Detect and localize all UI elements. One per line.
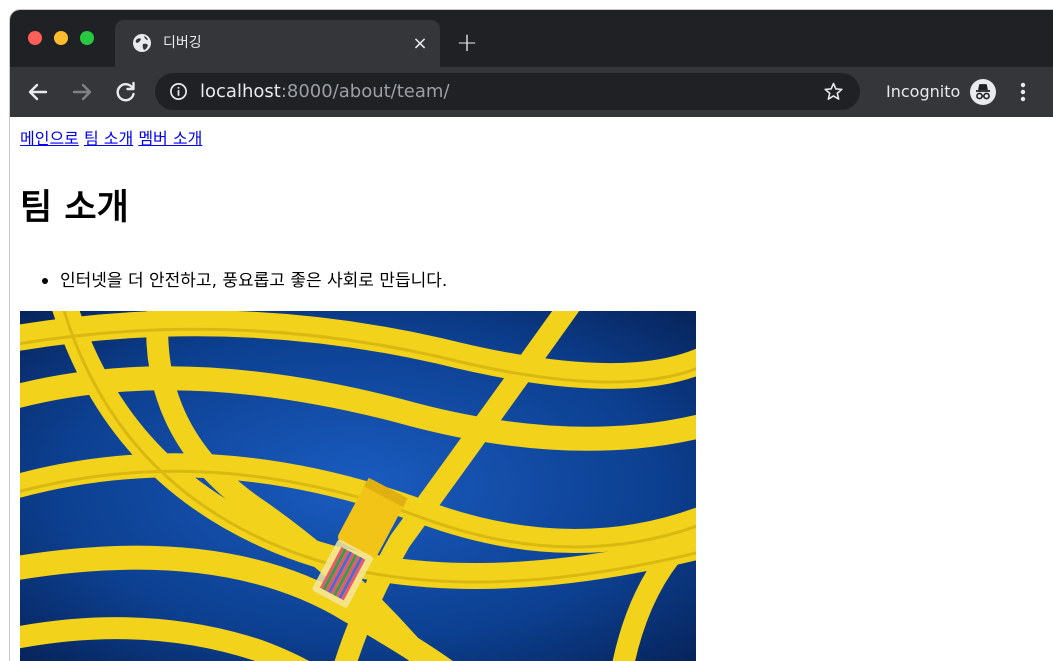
network-cable-image <box>20 311 696 661</box>
browser-window: 디버깅 × + localhost:8000/about/team/ Incog… <box>10 10 1053 661</box>
nav-link-team[interactable]: 팀 소개 <box>84 129 133 148</box>
new-tab-button[interactable]: + <box>453 30 481 58</box>
tab-strip: 디버깅 × + <box>10 10 1053 67</box>
close-window-button[interactable] <box>28 31 42 45</box>
kebab-menu-icon[interactable] <box>1016 80 1030 104</box>
toolbar: localhost:8000/about/team/ Incognito <box>10 67 1053 117</box>
incognito-label[interactable]: Incognito <box>886 67 960 117</box>
nav-link-home[interactable]: 메인으로 <box>20 129 79 148</box>
maximize-window-button[interactable] <box>80 31 94 45</box>
arrow-left-icon[interactable] <box>23 77 53 107</box>
mission-list-item: 인터넷을 더 안전하고, 풍요롭고 좋은 사회로 만듭니다. <box>41 271 448 291</box>
star-icon[interactable] <box>823 81 844 102</box>
nav-link-members[interactable]: 멤버 소개 <box>138 129 202 148</box>
nav-links: 메인으로 팀 소개 멤버 소개 <box>20 128 202 150</box>
minimize-window-button[interactable] <box>54 31 68 45</box>
globe-icon <box>133 34 151 52</box>
incognito-icon[interactable] <box>970 79 996 105</box>
address-bar[interactable]: localhost:8000/about/team/ <box>155 73 860 110</box>
url-text[interactable]: localhost:8000/about/team/ <box>200 73 450 110</box>
tab-close-icon[interactable]: × <box>408 32 432 56</box>
url-path: :8000/about/team/ <box>280 81 450 102</box>
tab-title: 디버깅 <box>163 35 202 51</box>
arrow-right-icon[interactable] <box>67 77 97 107</box>
reload-icon[interactable] <box>111 77 141 107</box>
url-host: localhost <box>200 81 281 102</box>
tab-active[interactable]: 디버깅 × <box>115 20 440 67</box>
page-title: 팀 소개 <box>20 188 129 228</box>
info-icon[interactable] <box>169 82 188 101</box>
page-content: 메인으로 팀 소개 멤버 소개 팀 소개 인터넷을 더 안전하고, 풍요롭고 좋… <box>10 117 1053 661</box>
